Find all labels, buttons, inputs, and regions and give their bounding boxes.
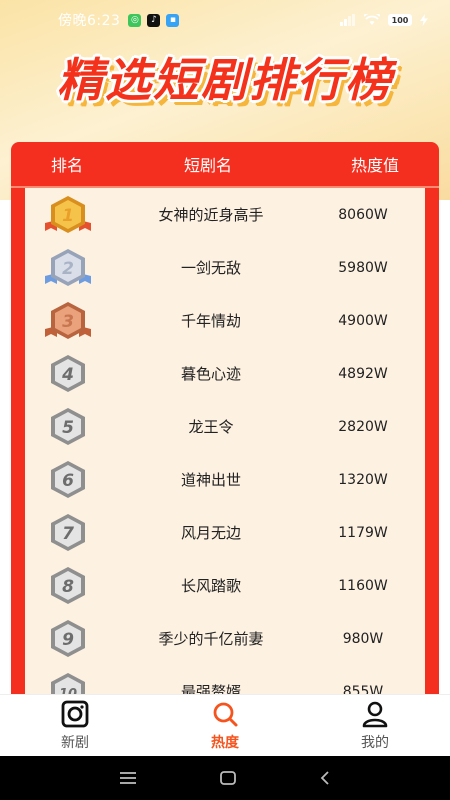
drama-name: 千年情劫 <box>180 312 241 330</box>
camera-icon <box>61 700 89 727</box>
rank-cell: 6 <box>25 458 111 502</box>
table-row[interactable]: 8 长风踏歌 1160W <box>25 559 425 612</box>
rank-medal-icon: 9 <box>51 619 85 657</box>
rank-cell: 4 <box>25 352 111 396</box>
status-time: 傍晚6:23 <box>58 13 121 29</box>
back-icon[interactable] <box>319 770 331 786</box>
table-body: 1 女神的近身高手 8060W 2 一剑无敌 5980W 3 千年情劫 4900W 4 暮色心迹 48… <box>25 188 425 702</box>
heat-value: 1179W <box>338 524 388 541</box>
nav-item-heat[interactable]: 热度 <box>150 695 300 756</box>
drama-name: 一剑无敌 <box>180 259 241 277</box>
drama-name: 女神的近身高手 <box>158 206 264 224</box>
rank-cell: 3 <box>25 299 111 343</box>
nav-item-new[interactable]: 新剧 <box>0 695 150 756</box>
rank-medal-icon: 3 <box>45 301 91 339</box>
ranking-table: 排名 短剧名 热度值 1 女神的近身高手 8060W 2 一剑无敌 5980W 3 千年情劫 4… <box>11 142 439 702</box>
svg-text:6: 6 <box>62 471 74 491</box>
rank-medal-icon: 8 <box>51 566 85 604</box>
svg-text:5: 5 <box>62 418 74 438</box>
drama-name: 季少的千亿前妻 <box>158 630 264 648</box>
status-indicators: 100 <box>340 14 428 26</box>
notification-icons: ◎ ♪ ▪ <box>128 13 180 27</box>
svg-text:3: 3 <box>62 312 74 332</box>
drama-name: 龙王令 <box>188 418 234 436</box>
heat-value: 4892W <box>338 365 388 382</box>
nav-item-mine[interactable]: 我的 <box>300 695 450 756</box>
table-row[interactable]: 6 道神出世 1320W <box>25 453 425 506</box>
heat-value: 980W <box>342 630 384 647</box>
heat-value: 1320W <box>338 471 388 488</box>
drama-name: 长风踏歌 <box>180 577 241 595</box>
rank-cell: 8 <box>25 564 111 608</box>
rank-medal-icon: 4 <box>51 354 85 392</box>
rank-cell: 7 <box>25 511 111 555</box>
svg-text:9: 9 <box>62 630 74 650</box>
bottom-nav: 新剧 热度 我的 <box>0 694 450 756</box>
chat-app-icon: ◎ <box>128 13 142 27</box>
drama-name: 道神出世 <box>180 471 241 489</box>
page-title: 精选短剧排行榜 <box>57 53 393 107</box>
header-name: 短剧名 <box>183 156 232 175</box>
battery-icon: 100 <box>388 14 412 26</box>
header-rank: 排名 <box>50 156 83 175</box>
search-icon <box>213 702 238 726</box>
nav-label-mine: 我的 <box>361 734 389 751</box>
table-row[interactable]: 9 季少的千亿前妻 980W <box>25 612 425 665</box>
nav-label-new: 新剧 <box>61 734 89 751</box>
drama-name: 暮色心迹 <box>180 365 241 383</box>
rank-medal-icon: 6 <box>51 460 85 498</box>
heat-value: 8060W <box>338 206 388 223</box>
tiktok-icon: ♪ <box>147 13 161 27</box>
menu-icon[interactable] <box>119 771 137 785</box>
heat-value: 1160W <box>338 577 388 594</box>
nav-label-heat: 热度 <box>211 734 239 751</box>
svg-text:4: 4 <box>61 365 74 385</box>
drama-name: 风月无边 <box>180 524 241 542</box>
rank-medal-icon: 2 <box>45 248 91 286</box>
svg-text:2: 2 <box>62 259 74 279</box>
table-row[interactable]: 4 暮色心迹 4892W <box>25 347 425 400</box>
home-icon[interactable] <box>219 770 237 786</box>
rank-medal-icon: 1 <box>45 195 91 233</box>
heat-value: 4900W <box>338 312 388 329</box>
heat-value: 2820W <box>338 418 388 435</box>
rank-cell: 5 <box>25 405 111 449</box>
rank-medal-icon: 5 <box>51 407 85 445</box>
status-bar: 傍晚6:23 ◎ ♪ ▪ 100 <box>0 0 450 40</box>
rank-cell: 1 <box>25 193 111 237</box>
svg-text:1: 1 <box>62 206 74 226</box>
heat-value: 5980W <box>338 259 388 276</box>
table-row[interactable]: 1 女神的近身高手 8060W <box>25 188 425 241</box>
table-row[interactable]: 2 一剑无敌 5980W <box>25 241 425 294</box>
svg-text:8: 8 <box>62 577 74 597</box>
table-row[interactable]: 5 龙王令 2820W <box>25 400 425 453</box>
table-row[interactable]: 7 风月无边 1179W <box>25 506 425 559</box>
table-header: 排名 短剧名 热度值 <box>11 142 439 188</box>
rank-cell: 9 <box>25 617 111 661</box>
header-heat: 热度值 <box>350 156 399 175</box>
system-nav-bar <box>0 756 450 800</box>
table-row[interactable]: 3 千年情劫 4900W <box>25 294 425 347</box>
user-icon <box>362 701 388 727</box>
rank-cell: 2 <box>25 246 111 290</box>
wifi-icon <box>364 14 380 25</box>
message-app-icon: ▪ <box>166 13 180 27</box>
rank-medal-icon: 7 <box>51 513 85 551</box>
charging-icon <box>420 14 428 26</box>
signal-icon <box>340 14 355 26</box>
svg-text:7: 7 <box>62 524 74 544</box>
